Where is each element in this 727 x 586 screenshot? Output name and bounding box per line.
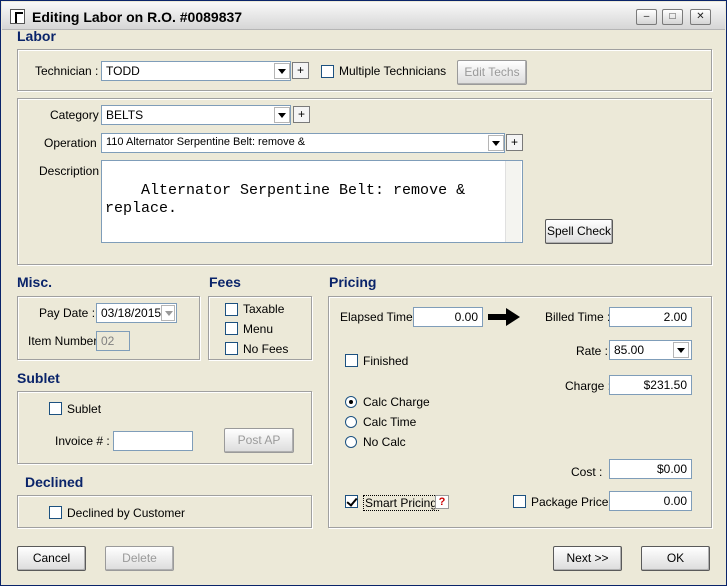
- technician-combobox[interactable]: TODD: [101, 61, 291, 81]
- category-combobox[interactable]: BELTS: [101, 105, 291, 125]
- multiple-technicians-checkbox[interactable]: [321, 65, 334, 78]
- finished-checkbox[interactable]: [345, 354, 358, 367]
- charge-label: Charge :: [565, 379, 612, 393]
- elapsed-time-field[interactable]: 0.00: [413, 307, 483, 327]
- add-operation-button[interactable]: +: [506, 134, 523, 151]
- transfer-arrow-icon[interactable]: [486, 306, 522, 328]
- description-textarea[interactable]: Alternator Serpentine Belt: remove & rep…: [101, 160, 523, 243]
- operation-label: Operation :: [44, 136, 104, 150]
- title-bar[interactable]: Editing Labor on R.O. #0089837 – □ ✕: [2, 2, 725, 30]
- technician-dropdown-arrow-icon[interactable]: [274, 63, 290, 79]
- editing-labor-window: Editing Labor on R.O. #0089837 – □ ✕ Lab…: [0, 0, 727, 586]
- operation-dropdown-arrow-icon[interactable]: [488, 135, 504, 151]
- no-calc-label: No Calc: [363, 435, 406, 449]
- technician-label: Technician :: [35, 64, 99, 78]
- declined-by-customer-label: Declined by Customer: [67, 506, 186, 520]
- calc-charge-radio[interactable]: [345, 396, 357, 408]
- app-icon: [10, 9, 25, 24]
- cost-field[interactable]: $0.00: [609, 459, 692, 479]
- operation-value: 110 Alternator Serpentine Belt: remove &: [106, 136, 306, 148]
- category-label: Category :: [50, 108, 106, 122]
- taxable-label: Taxable: [243, 302, 285, 316]
- declined-section-title: Declined: [25, 474, 84, 490]
- close-button[interactable]: ✕: [690, 9, 711, 25]
- billed-time-value: 2.00: [663, 310, 687, 324]
- description-label: Description :: [39, 164, 106, 178]
- calc-charge-label: Calc Charge: [363, 395, 430, 409]
- smart-pricing-label: Smart Pricing: [363, 495, 440, 511]
- package-price-label: Package Price :: [531, 495, 616, 509]
- cost-value: $0.00: [656, 462, 687, 476]
- edit-techs-button[interactable]: Edit Techs: [457, 60, 527, 85]
- add-category-button[interactable]: +: [293, 106, 310, 123]
- ok-button[interactable]: OK: [641, 546, 710, 571]
- misc-section-title: Misc.: [17, 274, 53, 290]
- pay-date-value: 03/18/2015: [101, 306, 162, 320]
- item-number-label: Item Number :: [28, 334, 105, 348]
- maximize-button[interactable]: □: [662, 9, 683, 25]
- pricing-section-title: Pricing: [329, 274, 377, 290]
- declined-by-customer-checkbox[interactable]: [49, 506, 62, 519]
- billed-time-field[interactable]: 2.00: [609, 307, 692, 327]
- calc-time-label: Calc Time: [363, 415, 417, 429]
- description-scrollbar[interactable]: [505, 161, 521, 242]
- no-fees-checkbox[interactable]: [225, 342, 238, 355]
- elapsed-time-value: 0.00: [454, 310, 478, 324]
- category-value: BELTS: [106, 108, 144, 122]
- multiple-technicians-label: Multiple Technicians: [339, 64, 447, 78]
- category-dropdown-arrow-icon[interactable]: [274, 107, 290, 123]
- no-calc-radio[interactable]: [345, 436, 357, 448]
- sublet-section-title: Sublet: [17, 370, 60, 386]
- pay-date-dropdown-arrow-icon[interactable]: [161, 305, 175, 321]
- taxable-checkbox[interactable]: [225, 303, 238, 316]
- menu-label: Menu: [243, 322, 274, 336]
- billed-time-label: Billed Time :: [545, 310, 611, 324]
- add-technician-button[interactable]: +: [292, 62, 309, 79]
- sublet-checkbox[interactable]: [49, 402, 62, 415]
- charge-field[interactable]: $231.50: [609, 375, 692, 395]
- technician-value: TODD: [106, 64, 140, 78]
- package-price-field[interactable]: 0.00: [609, 491, 692, 511]
- package-price-checkbox[interactable]: [513, 495, 526, 508]
- no-fees-label: No Fees: [243, 342, 289, 356]
- pay-date-label: Pay Date :: [39, 306, 96, 320]
- smart-pricing-checkbox[interactable]: [345, 495, 358, 508]
- labor-section-title: Labor: [17, 28, 56, 44]
- finished-label: Finished: [363, 354, 409, 368]
- invoice-label: Invoice # :: [55, 434, 110, 448]
- minimize-button[interactable]: –: [636, 9, 657, 25]
- description-value: Alternator Serpentine Belt: remove & rep…: [105, 182, 475, 217]
- calc-time-radio[interactable]: [345, 416, 357, 428]
- charge-value: $231.50: [643, 378, 687, 392]
- operation-combobox[interactable]: 110 Alternator Serpentine Belt: remove &: [101, 133, 505, 153]
- post-ap-button[interactable]: Post AP: [224, 428, 294, 453]
- menu-checkbox[interactable]: [225, 322, 238, 335]
- sublet-label: Sublet: [67, 402, 102, 416]
- fees-section-title: Fees: [209, 274, 241, 290]
- cancel-button[interactable]: Cancel: [17, 546, 86, 571]
- window-title: Editing Labor on R.O. #0089837: [32, 9, 243, 25]
- cost-label: Cost :: [571, 465, 603, 479]
- rate-dropdown-arrow-icon[interactable]: [673, 342, 689, 358]
- rate-label: Rate :: [576, 344, 609, 358]
- elapsed-time-label: Elapsed Time :: [340, 310, 420, 324]
- item-number-value: 02: [101, 334, 115, 348]
- rate-value: 85.00: [614, 343, 645, 357]
- spell-check-button[interactable]: Spell Check: [545, 219, 613, 244]
- help-icon[interactable]: ?: [435, 495, 449, 509]
- invoice-field[interactable]: [113, 431, 193, 451]
- item-number-field[interactable]: 02: [96, 331, 130, 351]
- delete-button[interactable]: Delete: [105, 546, 174, 571]
- package-price-value: 0.00: [663, 494, 687, 508]
- next-button[interactable]: Next >>: [553, 546, 622, 571]
